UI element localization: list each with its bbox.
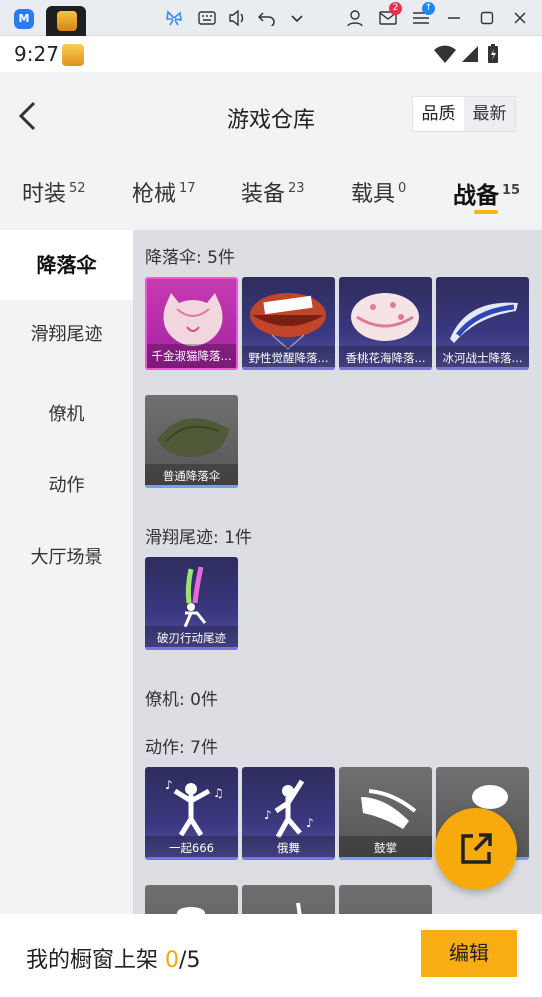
sort-option-newest[interactable]: 最新 bbox=[464, 97, 515, 131]
sidenav-item-lobby-scene[interactable]: 大厅场景 bbox=[0, 543, 133, 569]
rarity-stripe bbox=[339, 857, 432, 860]
minimize-icon[interactable] bbox=[443, 7, 465, 29]
undo-icon[interactable] bbox=[256, 7, 278, 29]
sidenav-item-emote[interactable]: 动作 bbox=[0, 471, 133, 497]
tab-count: 52 bbox=[69, 181, 86, 196]
close-icon[interactable] bbox=[509, 7, 531, 29]
sidenav-item-glide-trail[interactable]: 滑翔尾迹 bbox=[0, 320, 133, 346]
section-title-wingman: 僚机: 0件 bbox=[145, 690, 218, 710]
maximize-icon[interactable] bbox=[476, 7, 498, 29]
chevron-down-icon[interactable] bbox=[286, 7, 308, 29]
svg-text:♪: ♪ bbox=[306, 816, 314, 830]
item-card[interactable]: ♪ ♪ 俄舞 bbox=[242, 767, 335, 860]
sort-toggle: 品质 最新 bbox=[412, 96, 516, 132]
item-card[interactable]: 香桃花海降落... bbox=[339, 277, 432, 370]
showcase-max-count: 5 bbox=[186, 948, 201, 973]
item-name: 千金淑猫降落... bbox=[147, 344, 236, 368]
showcase-status: 我的橱窗上架 0/5 bbox=[26, 942, 200, 974]
app-header: 游戏仓库 品质 最新 bbox=[0, 72, 542, 158]
status-bar: 9:27 bbox=[0, 36, 542, 72]
item-card[interactable]: 野性觉醒降落... bbox=[242, 277, 335, 370]
tab-label: 装备 bbox=[241, 182, 286, 207]
volume-icon[interactable] bbox=[226, 7, 248, 29]
app-notification-icon bbox=[62, 44, 84, 66]
game-thumbnail-icon bbox=[57, 11, 77, 31]
emulator-app-tab[interactable] bbox=[46, 6, 86, 36]
item-card[interactable] bbox=[339, 885, 432, 914]
rarity-stripe bbox=[339, 367, 432, 370]
tab-label: 载具 bbox=[351, 182, 396, 207]
keyboard-icon[interactable] bbox=[196, 7, 218, 29]
showcase-current-count: 0 bbox=[165, 948, 180, 973]
emote-icon bbox=[296, 902, 302, 914]
tab-fashion[interactable]: 时装 52 bbox=[22, 176, 86, 208]
section-title-parachute: 降落伞: 5件 bbox=[145, 248, 235, 268]
item-card[interactable]: 冰河战士降落... bbox=[436, 277, 529, 370]
sort-option-quality[interactable]: 品质 bbox=[413, 97, 464, 131]
tab-label: 战备 bbox=[453, 183, 499, 209]
tab-label: 时装 bbox=[22, 182, 67, 207]
cellular-signal-icon bbox=[462, 46, 478, 62]
section-title-emote: 动作: 7件 bbox=[145, 738, 218, 758]
wifi-icon bbox=[434, 45, 456, 63]
item-card[interactable] bbox=[145, 885, 238, 914]
item-card[interactable]: 千金淑猫降落... bbox=[145, 277, 238, 370]
user-icon[interactable] bbox=[344, 7, 366, 29]
tab-count: 17 bbox=[179, 181, 196, 196]
category-tabs: 时装 52 枪械 17 装备 23 载具 0 战备 15 bbox=[0, 158, 542, 228]
sidenav-item-parachute[interactable]: 降落伞 bbox=[0, 230, 133, 300]
mail-badge: 2 bbox=[389, 2, 402, 15]
emulator-title-bar: M 2 ↑ bbox=[0, 0, 542, 36]
bottom-bar: 我的橱窗上架 0/5 编辑 bbox=[0, 914, 542, 997]
item-card[interactable]: 普通降落伞 bbox=[145, 395, 238, 488]
tab-weapons[interactable]: 枪械 17 bbox=[132, 176, 196, 208]
edit-button[interactable]: 编辑 bbox=[421, 930, 517, 977]
sidenav-item-wingman[interactable]: 僚机 bbox=[0, 400, 133, 426]
section-title-glide-trail: 滑翔尾迹: 1件 bbox=[145, 528, 252, 548]
item-card[interactable]: ♪ ♫ 一起666 bbox=[145, 767, 238, 860]
side-nav: 降落伞 滑翔尾迹 僚机 动作 大厅场景 bbox=[0, 230, 133, 914]
mail-icon[interactable]: 2 bbox=[377, 2, 402, 29]
rarity-stripe bbox=[145, 857, 238, 860]
external-link-icon bbox=[461, 833, 492, 864]
rarity-stripe bbox=[242, 367, 335, 370]
status-time: 9:27 bbox=[14, 42, 59, 66]
tab-combat-gear[interactable]: 战备 15 bbox=[453, 176, 520, 210]
tab-count: 0 bbox=[398, 181, 407, 196]
svg-text:♪: ♪ bbox=[264, 808, 272, 822]
butterfly-icon[interactable] bbox=[163, 7, 185, 29]
showcase-label: 我的橱窗上架 bbox=[26, 948, 159, 973]
rarity-stripe bbox=[242, 857, 335, 860]
share-button[interactable] bbox=[435, 808, 517, 890]
item-card[interactable]: 破刃行动尾迹 bbox=[145, 557, 238, 650]
emulator-logo-icon[interactable]: M bbox=[14, 9, 34, 29]
tab-vehicles[interactable]: 载具 0 bbox=[351, 176, 406, 208]
svg-text:♪: ♪ bbox=[165, 778, 173, 792]
tab-label: 枪械 bbox=[132, 182, 177, 207]
update-arrow-icon: ↑ bbox=[422, 2, 435, 15]
rarity-stripe bbox=[436, 367, 529, 370]
tab-equipment[interactable]: 装备 23 bbox=[241, 176, 305, 208]
emote-icon bbox=[177, 907, 205, 914]
rarity-stripe bbox=[145, 485, 238, 488]
battery-icon bbox=[488, 44, 498, 63]
active-tab-indicator bbox=[474, 210, 498, 214]
item-card[interactable] bbox=[242, 885, 335, 914]
svg-text:♫: ♫ bbox=[213, 786, 224, 800]
rarity-stripe bbox=[145, 647, 238, 650]
tab-count: 15 bbox=[502, 183, 521, 198]
item-card[interactable]: 鼓掌 bbox=[339, 767, 432, 860]
tab-count: 23 bbox=[288, 181, 305, 196]
menu-icon[interactable]: ↑ bbox=[410, 2, 435, 29]
